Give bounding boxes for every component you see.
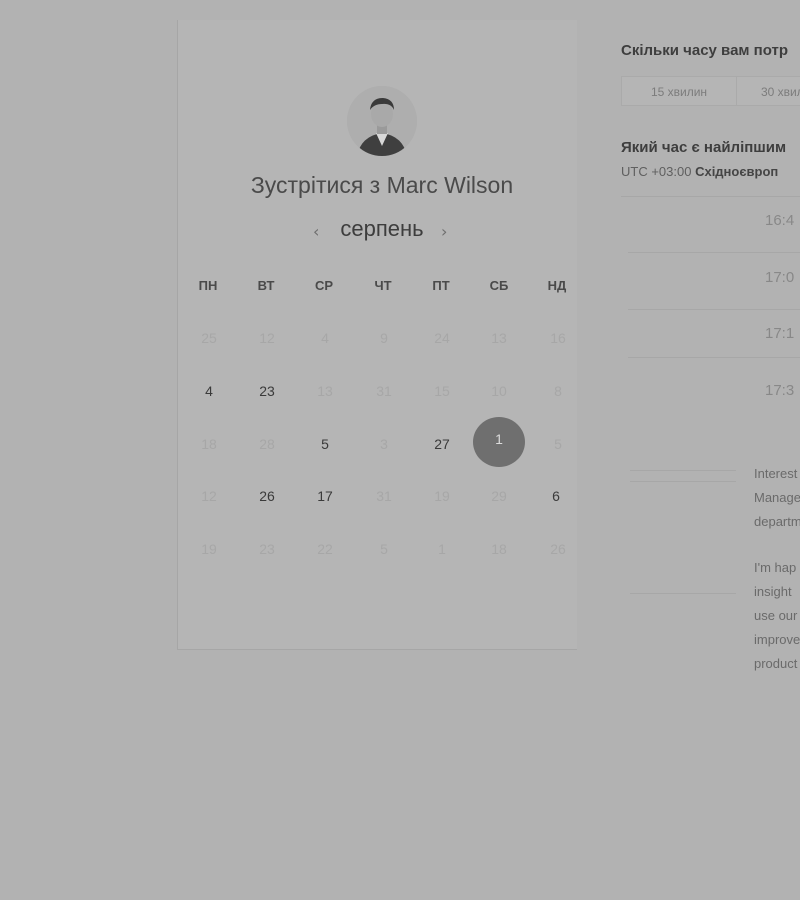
duration-question: Скільки часу вам потр	[621, 42, 789, 59]
calendar-day: 9	[380, 330, 388, 346]
description-line: improve	[754, 632, 800, 647]
time-question: Який час є найліпшим	[621, 139, 787, 156]
page-title: Зустрітися з Marc Wilson	[250, 172, 514, 198]
time-slot[interactable]: 17:1	[765, 325, 794, 342]
calendar-day: 23	[259, 541, 275, 557]
duration-option-30[interactable]: 30 хвил	[736, 76, 800, 106]
calendar-day: 3	[380, 436, 388, 452]
calendar-day: 26	[550, 541, 566, 557]
divider	[621, 196, 800, 197]
host-avatar	[347, 86, 417, 156]
divider	[630, 481, 736, 482]
description-line: Interest	[754, 466, 798, 481]
calendar-day-available[interactable]: 6	[531, 488, 581, 508]
description-line: departm	[754, 514, 800, 529]
calendar-day: 18	[201, 436, 217, 452]
divider	[630, 470, 736, 471]
weekday-label: СБ	[489, 278, 509, 293]
calendar-day: 12	[259, 330, 275, 346]
calendar-day: 28	[259, 436, 275, 452]
calendar-day: 19	[201, 541, 217, 557]
calendar-day: 13	[491, 330, 507, 346]
description-line: product	[754, 656, 798, 671]
month-label: серпень	[340, 216, 424, 241]
divider	[630, 593, 736, 594]
calendar-day: 18	[491, 541, 507, 557]
calendar-day: 15	[434, 383, 450, 399]
calendar-day: 29	[491, 488, 507, 504]
time-slot[interactable]: 17:3	[765, 382, 794, 399]
time-slot[interactable]: 17:0	[765, 269, 794, 286]
divider	[628, 252, 800, 253]
calendar-day: 16	[550, 330, 566, 346]
calendar-day: 4	[321, 330, 329, 346]
calendar-day-available[interactable]: 17	[300, 488, 350, 508]
calendar-day: 5	[380, 541, 388, 557]
calendar-day: 1	[438, 541, 446, 557]
calendar-day-available[interactable]: 26	[242, 488, 292, 508]
weekday-label: ПТ	[432, 278, 450, 293]
weekday-label: ПН	[198, 278, 218, 293]
calendar-day: 22	[317, 541, 333, 557]
calendar-day-available[interactable]: 23	[242, 383, 292, 403]
duration-option-15[interactable]: 15 хвилин	[621, 76, 737, 106]
calendar-day-available[interactable]: 4	[184, 383, 234, 403]
calendar-day: 19	[434, 488, 450, 504]
calendar-day: 24	[434, 330, 450, 346]
timezone-selector[interactable]: UTC +03:00 Східноєвроп	[621, 164, 778, 179]
next-month-chevron-icon[interactable]: ›	[441, 222, 447, 241]
description-line: I'm hap	[754, 560, 797, 575]
calendar-day: 25	[201, 330, 217, 346]
calendar-day: 31	[376, 383, 392, 399]
calendar-day-selected[interactable]: 1	[473, 417, 525, 467]
timezone-name: Східноєвроп	[695, 164, 779, 179]
calendar-day: 8	[554, 383, 562, 399]
calendar-day: 12	[201, 488, 217, 504]
weekday-label: НД	[547, 278, 567, 293]
calendar-day: 31	[376, 488, 392, 504]
weekday-label: СР	[314, 278, 334, 293]
timezone-offset: UTC +03:00	[621, 164, 692, 179]
calendar-day: 10	[491, 383, 507, 399]
weekday-label: ВТ	[257, 278, 275, 293]
calendar-day-available[interactable]: 27	[417, 436, 467, 456]
calendar-day-available[interactable]: 5	[300, 436, 350, 456]
description-line: use our	[754, 608, 798, 623]
description-line: Manage	[754, 490, 800, 505]
divider	[628, 309, 800, 310]
calendar-day: 5	[554, 436, 562, 452]
description-line: insight	[754, 584, 792, 599]
calendar-day: 13	[317, 383, 333, 399]
time-slot[interactable]: 16:4	[765, 212, 794, 229]
divider	[628, 357, 800, 358]
weekday-label: ЧТ	[374, 278, 392, 293]
